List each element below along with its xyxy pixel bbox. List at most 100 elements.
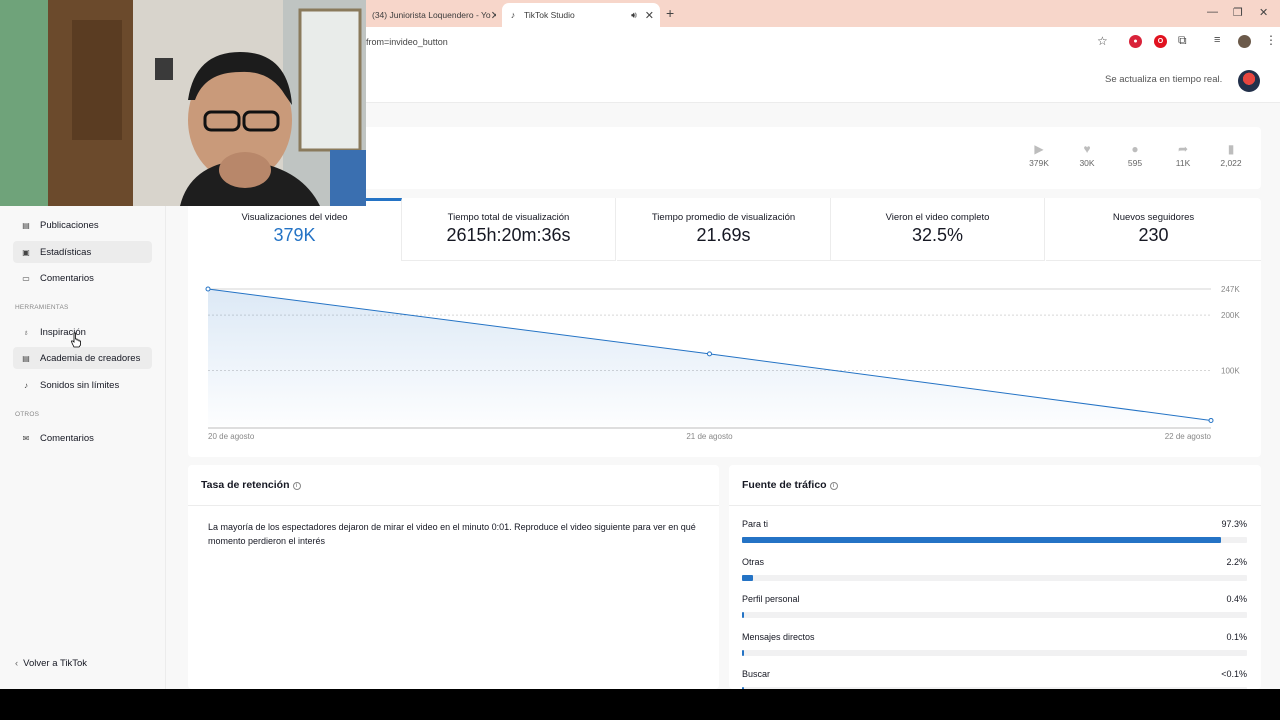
mail-icon: ✉ — [22, 433, 30, 443]
sidebar-item-comentarios-otros[interactable]: ✉ Comentarios — [13, 427, 152, 449]
extensions-icon[interactable]: ⧉ — [1178, 33, 1187, 48]
traffic-source-value: <0.1% — [1221, 669, 1247, 679]
media-icon[interactable]: ≡ — [1214, 34, 1220, 46]
browser-tab-youtube[interactable]: (34) Juniorista Loquendero - Yo ✕ — [366, 3, 496, 27]
data-point[interactable] — [205, 286, 211, 292]
info-icon[interactable]: i — [829, 482, 838, 490]
realtime-status: Se actualiza en tiempo real. — [1105, 74, 1223, 85]
data-point[interactable] — [707, 351, 712, 357]
metric-label: Tiempo total de visualización — [447, 212, 570, 223]
traffic-source-bar-fill — [742, 574, 753, 581]
retention-title-text: Tasa de retención — [201, 479, 290, 491]
info-icon[interactable]: i — [292, 482, 301, 490]
user-avatar[interactable] — [1238, 70, 1260, 92]
document-icon: ▤ — [22, 220, 30, 230]
stat-value: 379K — [1029, 158, 1049, 168]
close-tab-icon[interactable]: ✕ — [645, 9, 654, 22]
divider — [188, 505, 719, 506]
metric-value: 379K — [273, 225, 316, 245]
sidebar-item-comentarios[interactable]: ▭ Comentarios — [13, 267, 152, 289]
traffic-source-value: 0.4% — [1226, 594, 1247, 604]
share-icon: ➦ — [1177, 142, 1189, 156]
sidebar-item-label: Sonidos sin límites — [40, 379, 120, 391]
x-tick-label: 22 de agosto — [1165, 432, 1212, 441]
metric-value: 21.69s — [696, 225, 751, 245]
close-window-icon[interactable]: ✕ — [1259, 6, 1268, 19]
comment-icon: ▭ — [22, 273, 30, 283]
retention-title: Tasa de retención i — [201, 479, 301, 491]
traffic-source-label: Otras — [742, 556, 765, 567]
metric-tab-total-watch-time[interactable]: Tiempo total de visualización 2615h:20m:… — [402, 198, 616, 261]
stat-value: 11K — [1175, 158, 1191, 168]
y-tick-label: 100K — [1221, 367, 1240, 376]
x-tick-label: 21 de agosto — [686, 432, 733, 441]
sidebar-item-estadisticas[interactable]: ▣ Estadísticas — [13, 241, 152, 263]
bookmark-icon: ▮ — [1227, 142, 1235, 156]
traffic-source-bar-fill — [742, 612, 744, 618]
metric-label: Nuevos seguidores — [1112, 212, 1195, 223]
back-label: Volver a TikTok — [23, 658, 88, 669]
stat-value: 2,022 — [1220, 158, 1242, 168]
sidebar-item-sonidos[interactable]: ♪ Sonidos sin límites — [13, 374, 152, 396]
tab-title: (34) Juniorista Loquendero - Yo — [372, 10, 491, 20]
adblock-icon[interactable]: ● — [1129, 35, 1142, 48]
stat-value: 595 — [1127, 158, 1143, 168]
metric-label: Visualizaciones del video — [241, 212, 348, 223]
sidebar-item-label: Comentarios — [40, 272, 94, 284]
traffic-source-bar-track — [742, 537, 1247, 543]
sidebar-item-label: Publicaciones — [40, 219, 99, 231]
stat-value: 30K — [1079, 158, 1095, 168]
metric-value: 230 — [1138, 225, 1169, 245]
url-text[interactable]: from=invideo_button — [366, 37, 448, 47]
traffic-source-bar-fill — [742, 537, 1221, 543]
sidebar-item-academia[interactable]: ▤ Academia de creadores — [13, 347, 152, 369]
comment-icon: ● — [1131, 142, 1139, 156]
speaker-icon[interactable]: 🔊︎ — [631, 10, 637, 21]
sidebar-item-publicaciones[interactable]: ▤ Publicaciones — [13, 214, 152, 236]
traffic-source-value: 0.1% — [1226, 631, 1247, 642]
back-to-tiktok-link[interactable]: ‹ Volver a TikTok — [15, 658, 87, 669]
webcam-overlay — [0, 0, 366, 206]
metric-label: Vieron el video completo — [885, 212, 990, 223]
restore-icon[interactable]: ❐ — [1233, 6, 1243, 19]
opera-icon[interactable]: O — [1154, 35, 1167, 48]
metric-tab-completion[interactable]: Vieron el video completo 32.5% — [831, 198, 1045, 261]
menu-icon[interactable]: ⋮ — [1265, 33, 1277, 47]
sidebar-item-inspiracion[interactable]: ♁ Inspiración — [13, 321, 152, 343]
views-chart: 20 de agosto 21 de agosto 22 de agosto 247… — [205, 285, 1240, 441]
likes-stat: ♥ 30K — [1072, 143, 1102, 168]
hand-cursor-icon — [70, 332, 81, 348]
metric-tab-new-followers[interactable]: Nuevos seguidores 230 — [1046, 198, 1261, 261]
browser-tab-tiktok-studio[interactable]: ♪ TikTok Studio 🔊︎ ✕ — [502, 3, 660, 27]
comments-stat: ● 595 — [1120, 143, 1150, 168]
traffic-source-label: Buscar — [742, 669, 771, 679]
views-stat: ▶ 379K — [1024, 143, 1054, 168]
traffic-source-bar-track — [742, 612, 1247, 618]
traffic-source-bar-track — [742, 649, 1247, 656]
traffic-source-label: Para ti — [742, 519, 769, 529]
metric-tab-avg-watch-time[interactable]: Tiempo promedio de visualización 21.69s — [617, 198, 831, 261]
divider — [729, 505, 1261, 506]
retention-description: La mayoría de los espectadores dejaron d… — [208, 522, 696, 546]
retention-card — [188, 465, 719, 689]
close-tab-icon[interactable]: ✕ — [491, 9, 496, 22]
metric-tab-views[interactable]: Visualizaciones del video 379K — [188, 198, 402, 261]
traffic-source-label: Perfil personal — [742, 594, 800, 604]
new-tab-button[interactable]: + — [666, 5, 674, 21]
y-tick-label: 247K — [1221, 285, 1240, 294]
profile-icon[interactable] — [1238, 35, 1251, 48]
y-tick-label: 200K — [1221, 311, 1240, 320]
traffic-source-label: Mensajes directos — [742, 631, 815, 642]
section-label-tools: HERRAMIENTAS — [15, 304, 69, 311]
data-point[interactable] — [1208, 417, 1214, 423]
section-label-others: OTROS — [15, 411, 40, 418]
lightbulb-icon: ♁ — [23, 327, 29, 337]
bookmark-star-icon[interactable]: ☆ — [1097, 34, 1108, 48]
minimize-icon[interactable]: — — [1207, 6, 1218, 18]
saves-stat: ▮ 2,022 — [1216, 143, 1246, 168]
traffic-title-text: Fuente de tráfico — [742, 479, 827, 491]
sidebar-item-label: Estadísticas — [40, 246, 92, 258]
traffic-source-bar-fill — [742, 649, 744, 656]
play-icon: ▶ — [1034, 142, 1044, 156]
x-tick-label: 20 de agosto — [208, 432, 255, 441]
